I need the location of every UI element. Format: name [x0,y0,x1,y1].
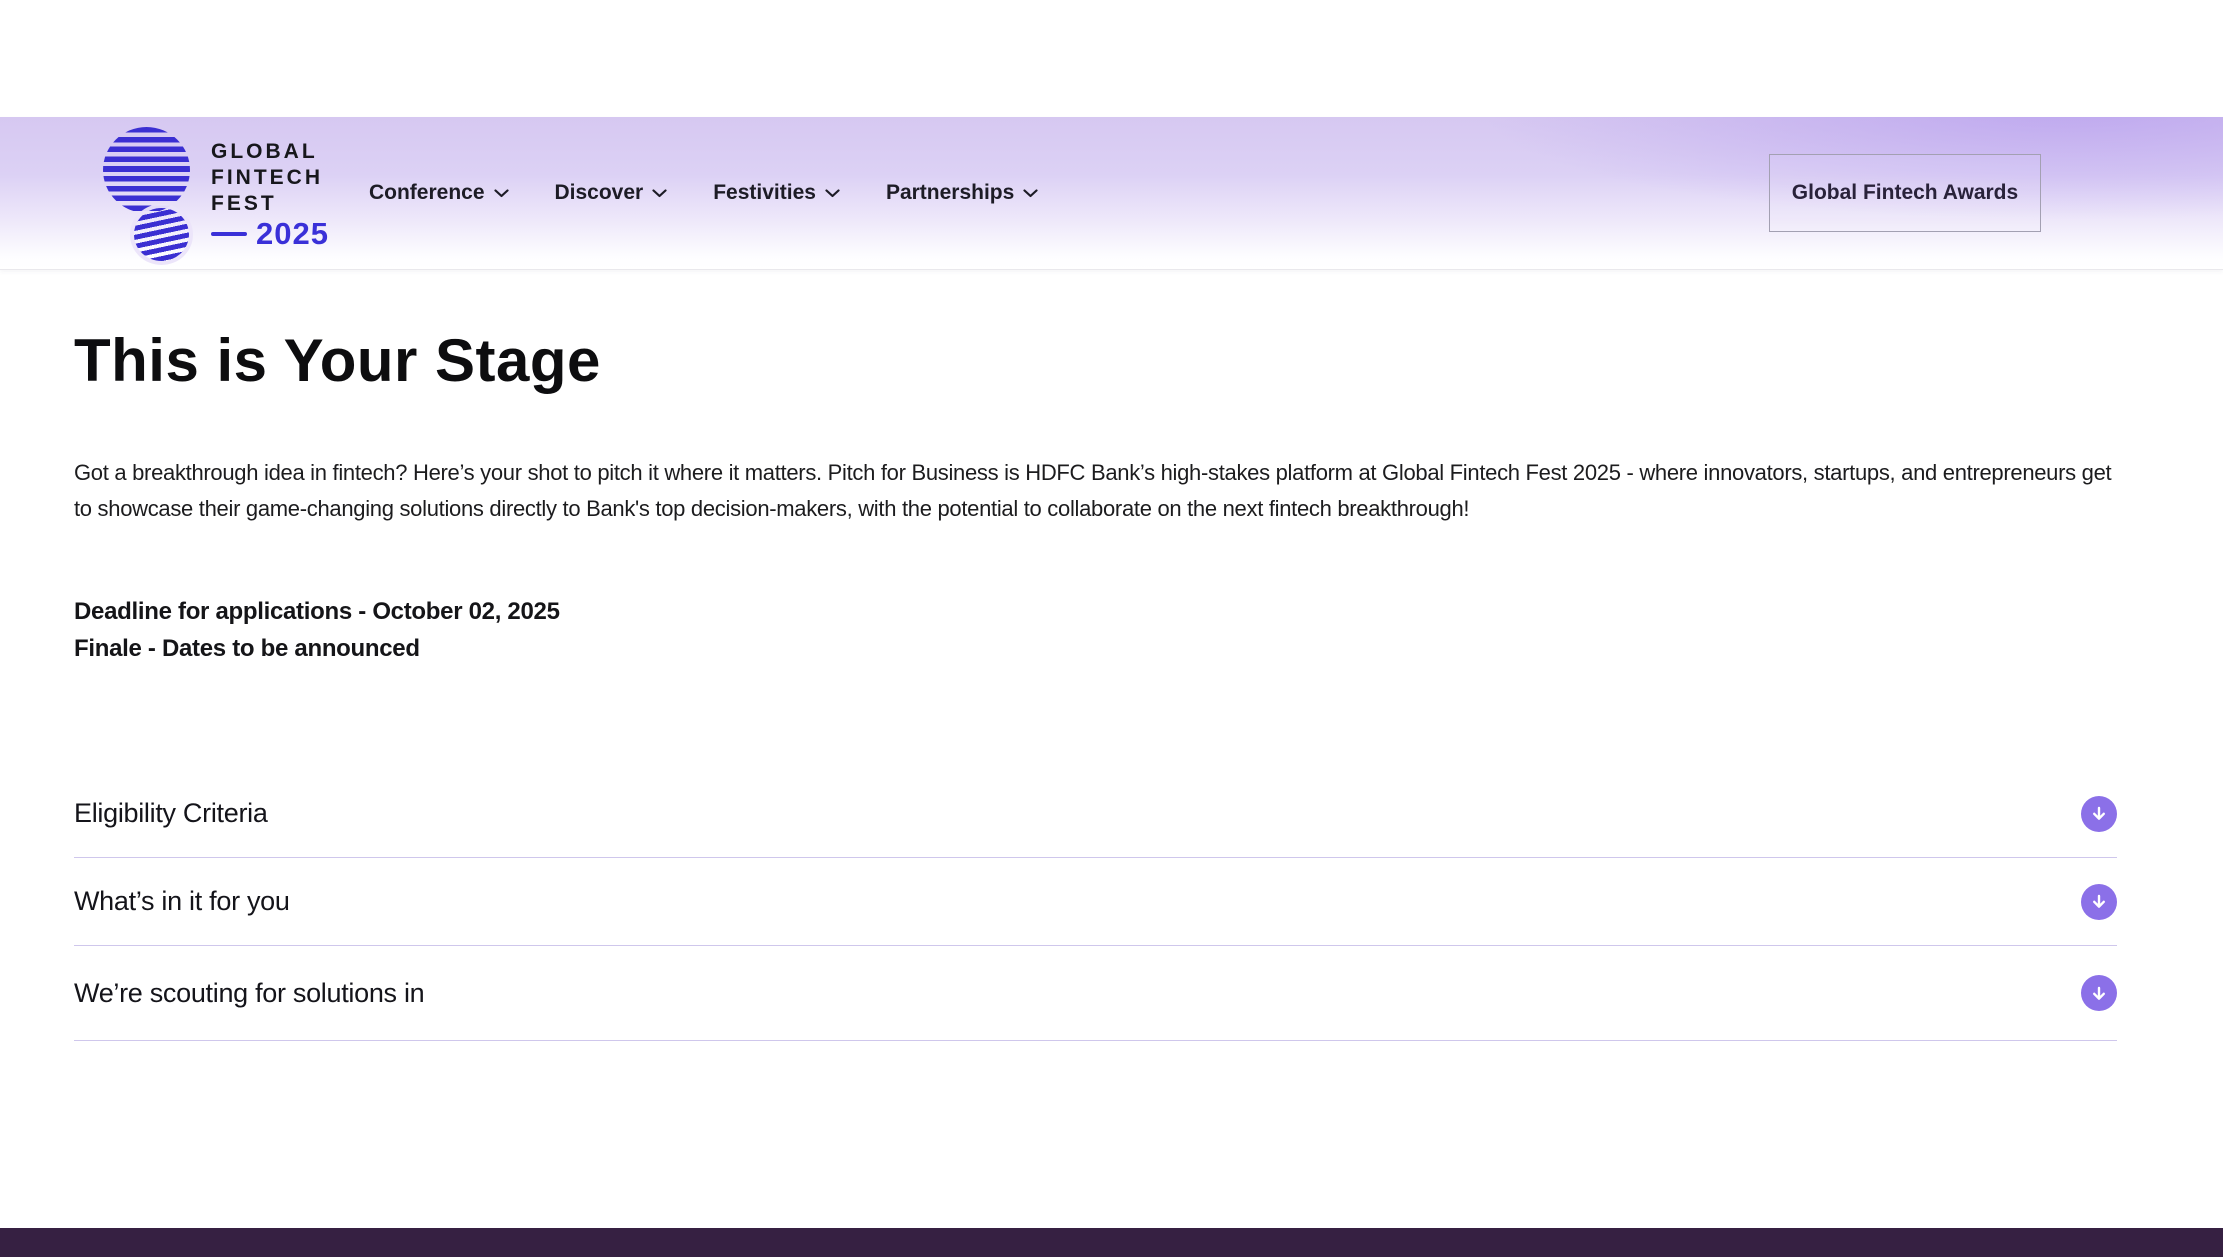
page-title: This is Your Stage [74,326,2117,395]
accordion-item-scouting-solutions[interactable]: We’re scouting for solutions in [74,946,2117,1041]
striped-sphere-small [134,208,189,261]
logo[interactable]: GLOBAL FINTECH FEST 2025 [100,125,329,261]
nav-label: Partnerships [886,181,1014,205]
chevron-down-icon [1023,189,1038,198]
footer-bar [0,1228,2223,1257]
logo-year: 2025 [256,221,329,247]
nav-item-festivities[interactable]: Festivities [713,181,840,205]
main-nav: Conference Discover Festivities Partners… [369,181,1038,205]
logo-dash [211,232,247,236]
nav-label: Festivities [713,181,816,205]
nav-item-conference[interactable]: Conference [369,181,509,205]
accordion-item-whats-in-it-for-you[interactable]: What’s in it for you [74,858,2117,946]
expand-eligibility-button[interactable] [2081,796,2117,832]
chevron-down-icon [825,189,840,198]
accordion-item-eligibility-criteria[interactable]: Eligibility Criteria [74,770,2117,858]
nav-label: Discover [555,181,644,205]
striped-sphere-large [103,127,190,213]
deadline-applications-line: Deadline for applications - October 02, … [74,593,2117,630]
accordion: Eligibility Criteria What’s in it for yo… [74,770,2117,1041]
accordion-label: What’s in it for you [74,886,290,917]
nav-label: Conference [369,181,485,205]
accordion-label: We’re scouting for solutions in [74,978,424,1009]
site-header: GLOBAL FINTECH FEST 2025 Conference Disc… [0,117,2223,270]
globe-logo-icon [100,125,195,261]
arrow-down-icon [2091,985,2107,1002]
intro-paragraph: Got a breakthrough idea in fintech? Here… [74,455,2117,527]
global-fintech-awards-button[interactable]: Global Fintech Awards [1769,154,2041,232]
logo-word-fest: FEST [211,191,329,217]
nav-item-partnerships[interactable]: Partnerships [886,181,1038,205]
finale-dates-line: Finale - Dates to be announced [74,630,2117,667]
expand-whats-in-it-button[interactable] [2081,884,2117,920]
main-content: This is Your Stage Got a breakthrough id… [0,270,2223,1041]
arrow-down-icon [2091,893,2107,910]
expand-scouting-button[interactable] [2081,975,2117,1011]
logo-word-fintech: FINTECH [211,165,329,191]
logo-word-global: GLOBAL [211,139,329,165]
logo-wordmark: GLOBAL FINTECH FEST 2025 [211,139,329,247]
arrow-down-icon [2091,805,2107,822]
chevron-down-icon [494,189,509,198]
deadline-block: Deadline for applications - October 02, … [74,593,2117,667]
accordion-label: Eligibility Criteria [74,798,268,829]
nav-item-discover[interactable]: Discover [555,181,668,205]
chevron-down-icon [652,189,667,198]
